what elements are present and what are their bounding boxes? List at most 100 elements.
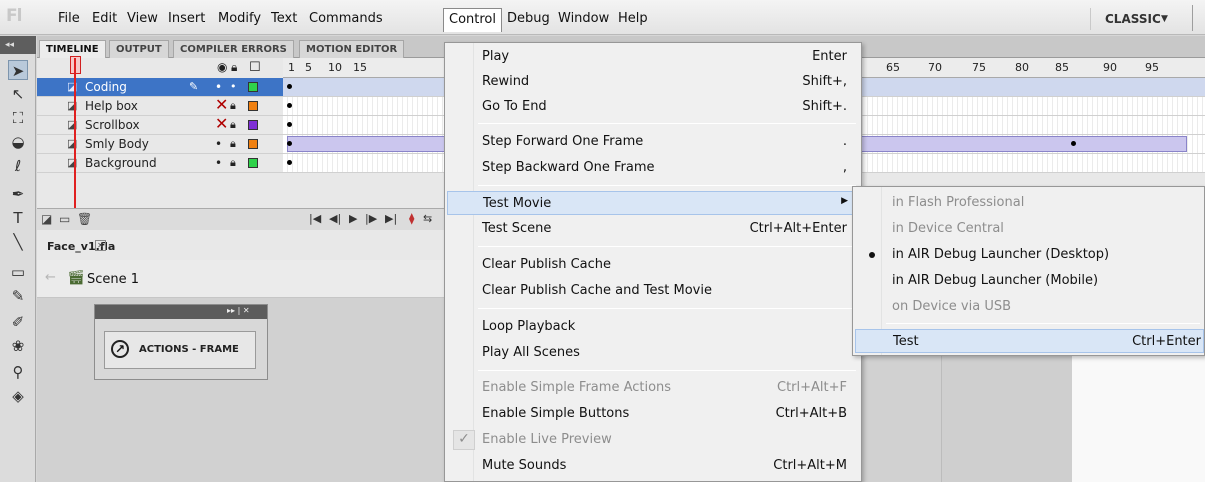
pen-tool-icon[interactable]: ✒ (8, 184, 28, 204)
deco-tool-icon[interactable]: ❀ (8, 336, 28, 356)
subselection-tool-icon[interactable]: ↖ (8, 84, 28, 104)
onion-skin-icon[interactable]: ⧫ (409, 212, 414, 225)
free-transform-tool-icon[interactable]: ⛶ (8, 108, 28, 128)
lock-dot-icon[interactable]: • (230, 78, 237, 96)
menu-commands[interactable]: Commands (304, 9, 388, 29)
menu-view[interactable]: View (122, 9, 163, 29)
menu-window[interactable]: Window (553, 9, 614, 29)
line-tool-icon[interactable]: ╲ (8, 232, 28, 252)
menu-item-clear-cache-test-movie[interactable]: Clear Publish Cache and Test Movie (447, 279, 859, 303)
eye-icon[interactable]: ◉ (217, 60, 227, 74)
menu-item-test-scene[interactable]: Test Scene Ctrl+Alt+Enter (447, 217, 859, 241)
lock-icon[interactable]: 🔒︎ (230, 116, 236, 134)
document-tab[interactable]: Face_v1.fla ✕ (39, 235, 115, 259)
hidden-x-icon[interactable]: ✕ (215, 115, 228, 133)
loop-icon[interactable]: ⇆ (423, 212, 432, 225)
tab-motion-editor[interactable]: MOTION EDITOR (299, 40, 405, 58)
menu-item-label: in AIR Debug Launcher (Mobile) (892, 273, 1099, 288)
tab-output[interactable]: OUTPUT (109, 40, 169, 58)
menu-item-enable-simple-buttons[interactable]: Enable Simple Buttons Ctrl+Alt+B (447, 402, 859, 426)
submenu-item-air-desktop[interactable]: in AIR Debug Launcher (Desktop) (855, 243, 1204, 267)
back-arrow-icon[interactable]: ← (45, 270, 56, 285)
actions-frame-button[interactable]: ↗ ACTIONS - FRAME (104, 331, 256, 369)
last-frame-icon[interactable]: ▶| (385, 212, 397, 225)
layer-color-swatch[interactable] (248, 139, 258, 149)
playhead[interactable] (74, 58, 76, 208)
outline-icon[interactable]: ☐ (249, 60, 261, 75)
keyframe[interactable] (287, 103, 292, 108)
step-back-icon[interactable]: ◀| (329, 212, 341, 225)
menu-item-enable-live-preview[interactable]: ✓ Enable Live Preview (447, 428, 859, 452)
workspace-switcher[interactable]: CLASSIC ▼ (1090, 8, 1176, 30)
menu-item-go-to-end[interactable]: Go To End Shift+. (447, 95, 859, 119)
lock-icon[interactable]: 🔒︎ (230, 97, 236, 115)
layer-color-swatch[interactable] (248, 120, 258, 130)
menu-insert[interactable]: Insert (163, 9, 210, 29)
panel-expand-close-icon[interactable]: ▸▸ | ✕ (227, 306, 250, 315)
new-folder-icon[interactable]: ▭ (59, 212, 70, 226)
rectangle-tool-icon[interactable]: ▭ (8, 262, 28, 282)
pencil-tool-icon[interactable]: ✎ (8, 286, 28, 306)
keyframe[interactable] (287, 84, 292, 89)
collapse-panel-icon[interactable]: ◂◂ (0, 36, 36, 54)
menu-item-shortcut: Ctrl+Alt+Enter (749, 221, 847, 236)
control-menu-dropdown: Play Enter Rewind Shift+, Go To End Shif… (444, 42, 862, 482)
submenu-item-device-usb[interactable]: on Device via USB (855, 295, 1204, 319)
submenu-item-flash-professional[interactable]: in Flash Professional (855, 191, 1204, 215)
submenu-item-air-mobile[interactable]: in AIR Debug Launcher (Mobile) (855, 269, 1204, 293)
menu-item-play[interactable]: Play Enter (447, 45, 859, 69)
menu-text[interactable]: Text (266, 9, 302, 29)
scene-label[interactable]: Scene 1 (87, 272, 139, 287)
keyframe[interactable] (287, 122, 292, 127)
close-icon[interactable]: ✕ (95, 240, 106, 251)
app-logo: Fl (6, 6, 22, 26)
menu-debug[interactable]: Debug (502, 9, 555, 29)
menu-edit[interactable]: Edit (87, 9, 122, 29)
actions-panel: ▸▸ | ✕ ↗ ACTIONS - FRAME (94, 304, 268, 380)
keyframe[interactable] (1071, 141, 1076, 146)
visibility-dot-icon[interactable]: • (215, 154, 222, 172)
lock-icon[interactable]: 🔒︎ (231, 60, 237, 75)
menu-help[interactable]: Help (613, 9, 653, 29)
hidden-x-icon[interactable]: ✕ (215, 96, 228, 114)
step-forward-icon[interactable]: |▶ (365, 212, 377, 225)
selection-tool-icon[interactable]: ➤ (8, 60, 28, 80)
visibility-dot-icon[interactable]: • (215, 78, 222, 96)
menu-item-step-forward[interactable]: Step Forward One Frame . (447, 130, 859, 154)
play-icon[interactable]: ▶ (349, 212, 357, 225)
new-layer-icon[interactable]: ◪ (41, 212, 52, 226)
menu-item-loop-playback[interactable]: Loop Playback (447, 315, 859, 339)
keyframe[interactable] (287, 160, 292, 165)
first-frame-icon[interactable]: |◀ (309, 212, 321, 225)
layer-color-swatch[interactable] (248, 101, 258, 111)
submenu-item-test[interactable]: Test Ctrl+Enter (855, 329, 1204, 353)
keyframe[interactable] (287, 141, 292, 146)
tab-compiler-errors[interactable]: COMPILER ERRORS (173, 40, 294, 58)
lock-icon[interactable]: 🔒︎ (230, 154, 236, 172)
ruler-number: 85 (1055, 61, 1069, 74)
menu-file[interactable]: File (53, 9, 85, 29)
brush-tool-icon[interactable]: ✐ (8, 312, 28, 332)
bone-tool-icon[interactable]: ⚲ (8, 362, 28, 382)
visibility-dot-icon[interactable]: • (215, 135, 222, 153)
menu-item-rewind[interactable]: Rewind Shift+, (447, 70, 859, 94)
menu-item-mute-sounds[interactable]: Mute Sounds Ctrl+Alt+M (447, 454, 859, 478)
menu-modify[interactable]: Modify (213, 9, 266, 29)
layer-color-swatch[interactable] (248, 158, 258, 168)
layer-color-swatch[interactable] (248, 82, 258, 92)
lasso-tool-icon[interactable]: ℓ (8, 156, 28, 176)
actions-panel-titlebar[interactable]: ▸▸ | ✕ (95, 305, 267, 319)
menu-item-test-movie[interactable]: Test Movie ▶ (447, 191, 859, 215)
submenu-item-device-central[interactable]: in Device Central (855, 217, 1204, 241)
paint-bucket-tool-icon[interactable]: ◈ (8, 386, 28, 406)
menu-control[interactable]: Control (443, 8, 502, 32)
menu-item-enable-simple-frame-actions[interactable]: Enable Simple Frame Actions Ctrl+Alt+F (447, 376, 859, 400)
menu-item-clear-publish-cache[interactable]: Clear Publish Cache (447, 253, 859, 277)
text-tool-icon[interactable]: T (8, 208, 28, 228)
lock-icon[interactable]: 🔒︎ (230, 135, 236, 153)
3d-rotation-tool-icon[interactable]: ◒ (8, 132, 28, 152)
menu-item-play-all-scenes[interactable]: Play All Scenes (447, 341, 859, 365)
menu-item-label: Clear Publish Cache and Test Movie (482, 283, 712, 298)
menu-item-step-backward[interactable]: Step Backward One Frame , (447, 156, 859, 180)
delete-icon[interactable]: 🗑︎ (77, 212, 92, 226)
